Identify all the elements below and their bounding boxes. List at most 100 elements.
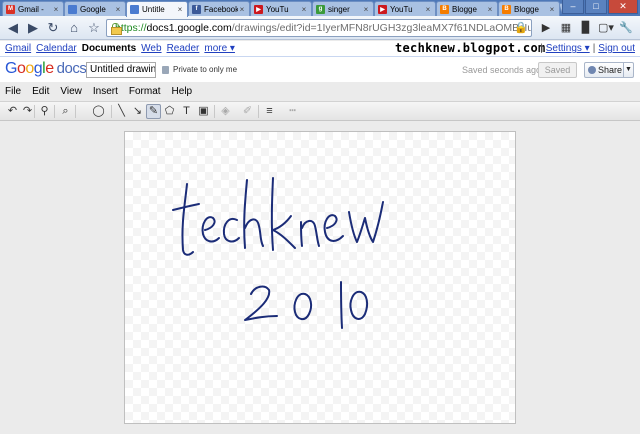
line-dash-icon: ┅ xyxy=(289,105,296,117)
gbar-link-reader[interactable]: Reader xyxy=(167,43,200,54)
line-weight-icon[interactable]: ≡ xyxy=(262,104,277,119)
menu-format[interactable]: Format xyxy=(129,86,161,99)
undo-icon[interactable]: ↶ xyxy=(5,104,20,119)
tab-label: YouTu xyxy=(390,4,413,14)
arrow-tool-icon[interactable]: ↘ xyxy=(130,104,145,119)
gbar-link-documents[interactable]: Documents xyxy=(82,43,136,54)
save-status: Saved seconds ago xyxy=(462,65,542,75)
browser-tab[interactable]: ▶ YouTu × xyxy=(374,1,436,16)
line-tool-icon[interactable]: ╲ xyxy=(114,104,129,119)
share-label: Share xyxy=(598,65,623,75)
share-person-icon xyxy=(588,66,596,74)
handwriting-stroke-1 xyxy=(340,281,343,329)
privacy-label: Private to only me xyxy=(173,65,238,74)
polygon-tool-icon[interactable]: ⬠ xyxy=(162,104,177,119)
page-menu-icon[interactable]: ▢▾ xyxy=(598,20,614,36)
handwriting-stroke-2 xyxy=(244,285,278,321)
browser-tab[interactable]: B Blogge × xyxy=(436,1,498,16)
menu-file[interactable]: File xyxy=(5,86,21,99)
close-window-icon[interactable]: ✕ xyxy=(608,0,638,14)
saved-button[interactable]: Saved xyxy=(538,62,577,78)
toolbar-separator xyxy=(258,105,259,118)
handwriting-stroke-e2 xyxy=(323,214,344,242)
back-icon[interactable]: ◀ xyxy=(5,20,21,36)
blog-name-watermark: techknew.blogpot.com xyxy=(395,41,546,55)
menu-view[interactable]: View xyxy=(60,86,82,99)
bookmark-star-icon[interactable]: ☆ xyxy=(86,20,102,36)
reload-icon[interactable]: ↻ xyxy=(45,20,61,36)
blogger-icon: B xyxy=(502,4,511,14)
browser-tab[interactable]: Untitle × xyxy=(126,1,188,17)
close-tab-icon[interactable]: × xyxy=(176,5,184,14)
handwriting-stroke-t-bar xyxy=(172,203,200,211)
forward-icon[interactable]: ▶ xyxy=(25,20,41,36)
browser-tab[interactable]: B Blogge × xyxy=(498,1,560,16)
close-tab-icon[interactable]: × xyxy=(238,5,246,14)
page-lock-icon[interactable]: 🔒 xyxy=(514,21,528,34)
text-tool-icon[interactable]: T xyxy=(179,104,194,119)
image-tool-icon[interactable]: ▣ xyxy=(196,104,211,119)
close-tab-icon[interactable]: × xyxy=(52,5,60,14)
browser-tab[interactable]: ▶ YouTu × xyxy=(250,1,312,16)
share-button[interactable]: Share ▼ xyxy=(584,62,634,78)
browser-tab[interactable]: Google × xyxy=(64,1,126,16)
home-icon[interactable]: ⌂ xyxy=(66,20,82,36)
zoom-dropdown-icon[interactable]: ⚲ xyxy=(37,104,52,119)
logo-product: docs xyxy=(56,60,87,77)
shape-dropdown-icon[interactable]: ◯ xyxy=(91,104,106,119)
redo-icon[interactable]: ↷ xyxy=(20,104,35,119)
handwriting-stroke-t xyxy=(181,183,194,256)
sign-out-link[interactable]: Sign out xyxy=(598,43,635,54)
gbar-link-gmail[interactable]: Gmail xyxy=(5,43,31,54)
gbar-more-menu[interactable]: more ▾ xyxy=(204,43,235,54)
gbar-link-calendar[interactable]: Calendar xyxy=(36,43,77,54)
maximize-icon[interactable]: □ xyxy=(585,0,607,14)
close-tab-icon[interactable]: × xyxy=(486,5,494,14)
document-title-input[interactable]: Untitled drawing xyxy=(86,62,156,78)
google-docs-logo[interactable]: Google docs xyxy=(5,60,87,78)
scribble-drawing xyxy=(172,177,384,329)
youtube-icon: ▶ xyxy=(378,4,387,14)
handwriting-stroke-0 xyxy=(293,292,313,320)
bookmark-icon[interactable]: ▉ xyxy=(578,20,594,36)
close-tab-icon[interactable]: × xyxy=(300,5,308,14)
menu-help[interactable]: Help xyxy=(172,86,193,99)
drawing-toolbar: ↶ ↷ ⚲ ⌕ ◯ ╲ ↘ ✎ ⬠ T ▣ ◈ ✐ ≡ ┅ xyxy=(0,101,640,121)
browser-extension-area: ▶ ▦ ▉ ▢▾ 🔧 xyxy=(538,20,634,36)
chevron-down-icon[interactable]: ▼ xyxy=(623,63,633,77)
gbar-link-web[interactable]: Web xyxy=(141,43,161,54)
handwriting-stroke-n xyxy=(300,220,320,247)
address-bar[interactable]: https://docs1.google.com/drawings/edit?i… xyxy=(106,19,532,37)
close-tab-icon[interactable]: × xyxy=(114,5,122,14)
extension-icon[interactable]: ▦ xyxy=(558,20,574,36)
close-tab-icon[interactable]: × xyxy=(362,5,370,14)
logo-letter: g xyxy=(33,60,43,77)
logo-letter: o xyxy=(25,60,34,77)
privacy-indicator[interactable]: Private to only me xyxy=(162,65,237,74)
scribble-tool-icon[interactable]: ✎ xyxy=(146,104,161,119)
settings-link[interactable]: Settings ▾ xyxy=(546,43,590,54)
menu-insert[interactable]: Insert xyxy=(93,86,118,99)
wrench-menu-icon[interactable]: 🔧 xyxy=(618,20,634,36)
line-color-icon: ✐ xyxy=(242,105,253,117)
facebook-icon: f xyxy=(192,4,201,14)
toolbar-separator xyxy=(54,105,55,118)
browser-tab[interactable]: g singer × xyxy=(312,1,374,16)
gbar-separator: | xyxy=(592,43,596,54)
browser-tab[interactable]: f Facebook × xyxy=(188,1,250,16)
browser-tab[interactable]: M Gmail - × xyxy=(2,1,64,16)
drawing-canvas[interactable] xyxy=(124,131,516,424)
tab-label: Facebook xyxy=(204,4,238,14)
window-controls: – □ ✕ xyxy=(561,0,638,14)
google-docs-icon xyxy=(68,4,77,14)
gmail-icon: M xyxy=(6,4,15,14)
close-tab-icon[interactable]: × xyxy=(424,5,432,14)
go-arrow-icon[interactable]: ▶ xyxy=(538,20,554,36)
minimize-icon[interactable]: – xyxy=(562,0,584,14)
magnifier-icon[interactable]: ⌕ xyxy=(58,104,73,119)
toolbar-separator xyxy=(75,105,76,118)
handwriting-stroke-e xyxy=(201,216,220,243)
menu-edit[interactable]: Edit xyxy=(32,86,49,99)
toolbar-separator xyxy=(111,105,112,118)
close-tab-icon[interactable]: × xyxy=(548,5,556,14)
